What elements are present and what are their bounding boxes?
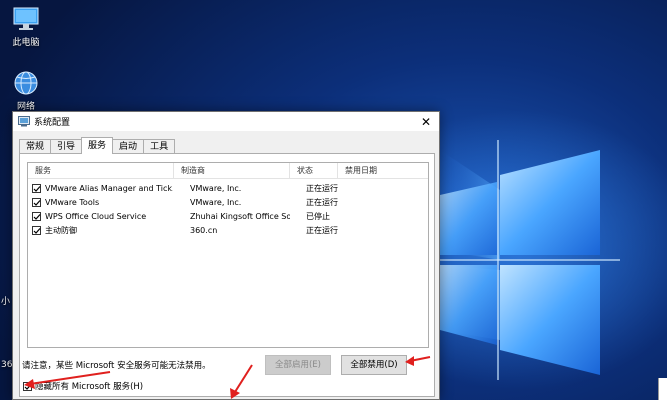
table-row[interactable]: WPS Office Cloud Service Zhuhai Kingsoft… bbox=[28, 210, 428, 223]
tab-label: 工具 bbox=[150, 142, 169, 152]
tab-boot[interactable]: 引导 bbox=[50, 139, 83, 154]
tab-strip: 常规 引导 服务 启动 工具 bbox=[19, 137, 176, 154]
service-disabled-date bbox=[354, 196, 428, 209]
desktop-icon-network[interactable]: 网络 bbox=[1, 70, 51, 112]
service-status: 正在运行 bbox=[306, 226, 338, 235]
checkmark-icon bbox=[33, 214, 41, 220]
checkmark-icon bbox=[33, 200, 41, 206]
service-checkbox[interactable] bbox=[32, 184, 41, 193]
network-globe-icon bbox=[14, 71, 38, 95]
dialog-title: 系统配置 bbox=[34, 118, 71, 128]
service-checkbox[interactable] bbox=[32, 226, 41, 235]
service-status: 正在运行 bbox=[306, 198, 338, 207]
service-name: WPS Office Cloud Service bbox=[45, 212, 147, 221]
service-status: 正在运行 bbox=[306, 184, 338, 193]
service-disabled-date bbox=[354, 224, 428, 237]
column-header-label: 服务 bbox=[35, 166, 51, 175]
service-name: 主动防御 bbox=[45, 226, 77, 235]
hide-microsoft-services-checkbox[interactable] bbox=[23, 381, 32, 391]
table-row[interactable]: VMware Alias Manager and Tick... VMware,… bbox=[28, 182, 428, 195]
service-vendor: VMware, Inc. bbox=[190, 198, 242, 207]
taskbar-edge bbox=[658, 378, 667, 400]
tab-label: 常规 bbox=[26, 142, 45, 152]
msconfig-icon bbox=[18, 116, 30, 127]
list-header: 服务 制造商 状态 禁用日期 bbox=[28, 163, 428, 179]
hide-microsoft-services-option[interactable]: 隐藏所有 Microsoft 服务(H) bbox=[23, 380, 143, 392]
security-services-notice: 请注意，某些 Microsoft 安全服务可能无法禁用。 bbox=[22, 361, 211, 371]
column-header-label: 禁用日期 bbox=[345, 166, 377, 175]
hide-microsoft-services-label: 隐藏所有 Microsoft 服务(H) bbox=[35, 382, 144, 392]
tab-services[interactable]: 服务 bbox=[81, 137, 114, 154]
tab-general[interactable]: 常规 bbox=[19, 139, 52, 154]
column-header-service[interactable]: 服务 bbox=[28, 163, 174, 179]
table-row[interactable]: 主动防御 360.cn 正在运行 bbox=[28, 224, 428, 237]
table-row[interactable]: VMware Tools VMware, Inc. 正在运行 bbox=[28, 196, 428, 209]
tab-tools[interactable]: 工具 bbox=[143, 139, 176, 154]
desktop-text-fragment: 36 bbox=[1, 360, 13, 370]
system-configuration-dialog: 系统配置 ✕ 常规 引导 服务 启动 工具 服务 制造商 状态 禁用日期 VMw… bbox=[12, 111, 440, 400]
title-bar[interactable]: 系统配置 ✕ bbox=[13, 112, 439, 131]
service-checkbox[interactable] bbox=[32, 198, 41, 207]
tab-startup[interactable]: 启动 bbox=[112, 139, 145, 154]
tab-label: 服务 bbox=[88, 141, 107, 151]
column-header-status[interactable]: 状态 bbox=[290, 163, 338, 179]
tab-label: 引导 bbox=[57, 142, 76, 152]
service-checkbox[interactable] bbox=[32, 212, 41, 221]
service-vendor: Zhuhai Kingsoft Office Soft... bbox=[190, 212, 290, 221]
tab-label: 启动 bbox=[119, 142, 138, 152]
enable-all-button[interactable]: 全部启用(E) bbox=[265, 355, 331, 375]
column-header-label: 状态 bbox=[297, 166, 313, 175]
disable-all-button[interactable]: 全部禁用(D) bbox=[341, 355, 407, 375]
button-label: 全部禁用(D) bbox=[350, 360, 398, 370]
service-vendor: 360.cn bbox=[190, 226, 218, 235]
desktop-text-fragment: 小 bbox=[1, 297, 11, 307]
close-icon: ✕ bbox=[420, 114, 432, 129]
close-button[interactable]: ✕ bbox=[413, 112, 439, 131]
column-header-vendor[interactable]: 制造商 bbox=[174, 163, 290, 179]
service-name: VMware Alias Manager and Tick... bbox=[45, 184, 173, 193]
service-status: 已停止 bbox=[306, 212, 330, 221]
service-name: VMware Tools bbox=[45, 198, 100, 207]
checkmark-icon bbox=[24, 383, 32, 390]
checkmark-icon bbox=[33, 186, 41, 192]
service-disabled-date bbox=[354, 210, 428, 223]
desktop-icon-this-pc[interactable]: 此电脑 bbox=[1, 6, 51, 48]
service-disabled-date bbox=[354, 182, 428, 195]
button-label: 全部启用(E) bbox=[274, 360, 321, 370]
desktop-icon-label: 此电脑 bbox=[12, 38, 40, 48]
checkmark-icon bbox=[33, 228, 41, 234]
service-vendor: VMware, Inc. bbox=[190, 184, 242, 193]
computer-icon bbox=[13, 7, 39, 30]
services-list[interactable]: 服务 制造商 状态 禁用日期 VMware Alias Manager and … bbox=[27, 162, 429, 348]
column-header-disabled-date[interactable]: 禁用日期 bbox=[338, 163, 428, 179]
column-header-label: 制造商 bbox=[181, 166, 205, 175]
